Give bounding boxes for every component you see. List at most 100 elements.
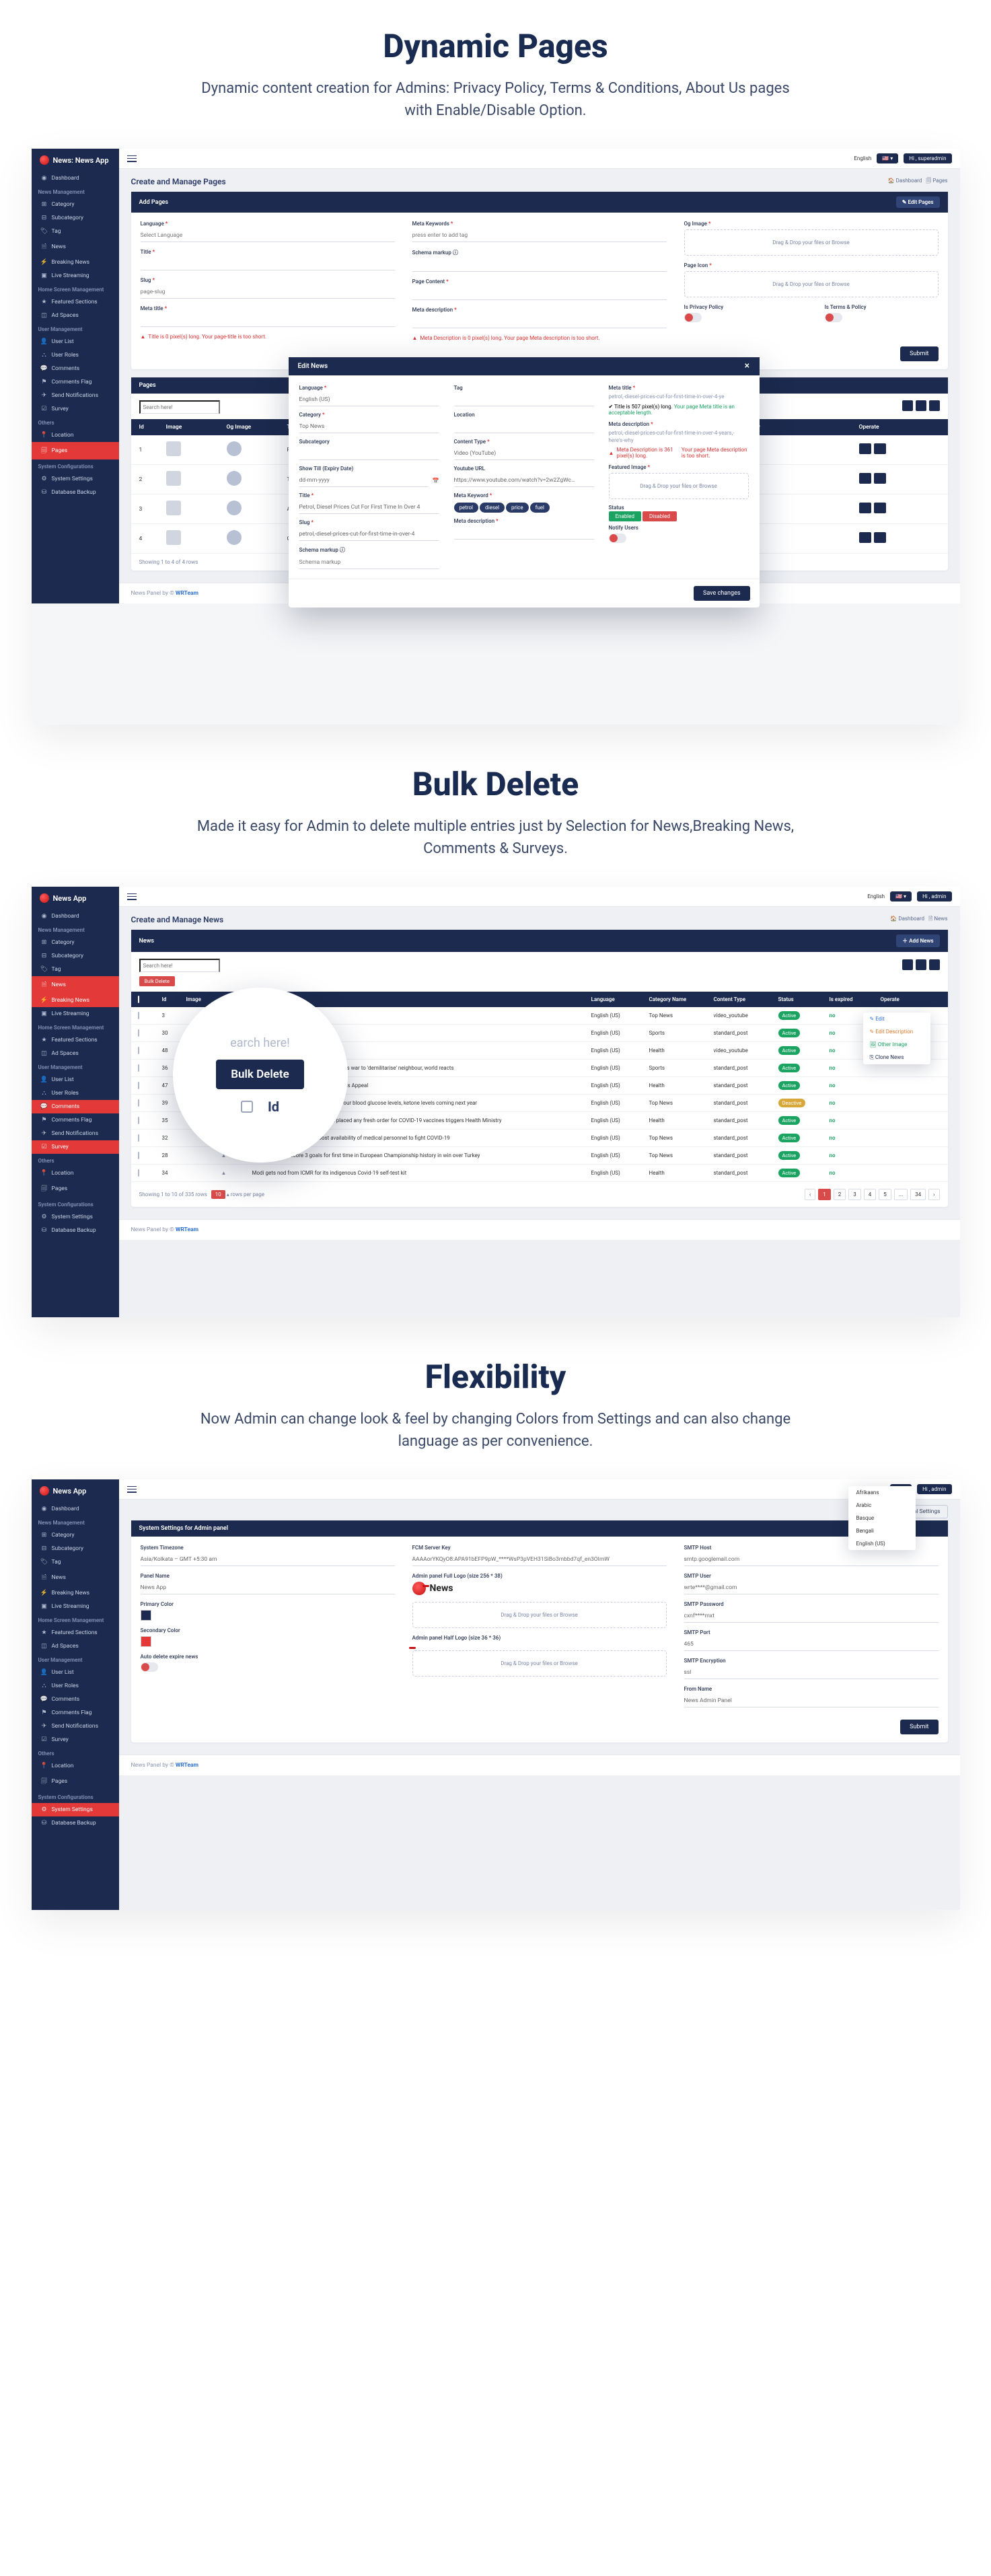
sidebar-tag[interactable]: 🏷Tag: [32, 963, 119, 976]
user-menu[interactable]: Hi , admin: [917, 1484, 951, 1494]
sidebar-user-list[interactable]: 👤User List: [32, 1073, 119, 1087]
submit-button[interactable]: Submit: [900, 1720, 938, 1734]
m-meta-desc[interactable]: [454, 527, 594, 540]
sidebar-tag[interactable]: 🏷Tag: [32, 1555, 119, 1569]
sidebar-dashboard[interactable]: ◉Dashboard: [32, 172, 119, 185]
panel-name-input[interactable]: [141, 1582, 395, 1594]
fcm-key-input[interactable]: [412, 1553, 667, 1566]
sidebar-category[interactable]: ⊞Category: [32, 198, 119, 211]
sidebar-comments-flag[interactable]: ⚑Comments Flag: [32, 375, 119, 389]
m-youtube[interactable]: [454, 474, 594, 487]
delete-icon[interactable]: [874, 532, 886, 543]
sidebar-sys-settings[interactable]: ⚙System Settings: [32, 472, 119, 486]
sidebar-sys-settings[interactable]: ⚙System Settings: [32, 1210, 119, 1224]
sidebar-comments-flag[interactable]: ⚑Comments Flag: [32, 1706, 119, 1720]
sidebar-category[interactable]: ⊞Category: [32, 1529, 119, 1542]
sidebar-ad-spaces[interactable]: ◫Ad Spaces: [32, 309, 119, 322]
sidebar-sys-settings[interactable]: ⚙System Settings: [32, 1803, 119, 1816]
auto-delete-toggle[interactable]: [141, 1662, 158, 1672]
sidebar-featured[interactable]: ★Featured Sections: [32, 1626, 119, 1640]
m-subcategory[interactable]: [299, 447, 439, 460]
sidebar-send-notif[interactable]: ✈Send Notifications: [32, 1720, 119, 1733]
m-schema[interactable]: [299, 556, 439, 569]
bulk-delete-button[interactable]: Bulk Delete: [139, 976, 175, 986]
smtp-pass-input[interactable]: [684, 1610, 939, 1623]
sidebar-news[interactable]: 🗎News: [32, 1569, 119, 1586]
sidebar-live[interactable]: ▣Live Streaming: [32, 1600, 119, 1613]
from-name-input[interactable]: [684, 1695, 939, 1707]
schema-input[interactable]: [412, 259, 667, 272]
sidebar-subcategory[interactable]: ⊟Subcategory: [32, 949, 119, 963]
sidebar-pages[interactable]: 🗐Pages: [32, 1180, 119, 1198]
sidebar-comments[interactable]: 💬Comments: [32, 1693, 119, 1706]
status-disabled[interactable]: Disabled: [643, 511, 677, 521]
primary-color-swatch[interactable]: [141, 1610, 151, 1621]
sidebar-ad-spaces[interactable]: ◫Ad Spaces: [32, 1047, 119, 1060]
sidebar-tag[interactable]: 🏷Tag: [32, 225, 119, 238]
paginator[interactable]: ‹ 1 2 3 4 5 ... 34 ›: [805, 1189, 940, 1200]
save-changes-button[interactable]: Save changes: [694, 586, 750, 601]
sidebar-user-list[interactable]: 👤User List: [32, 335, 119, 348]
m-slug[interactable]: [299, 528, 439, 541]
toolbar-icon[interactable]: [916, 400, 926, 411]
terms-toggle[interactable]: [825, 313, 842, 322]
edit-icon[interactable]: [859, 473, 871, 484]
sidebar-location[interactable]: 📍Location: [32, 1759, 119, 1773]
sidebar-subcategory[interactable]: ⊟Subcategory: [32, 211, 119, 225]
smtp-user-input[interactable]: [684, 1582, 939, 1594]
sidebar-comments[interactable]: 💬Comments: [32, 1100, 119, 1113]
row-checkbox[interactable]: [138, 1134, 139, 1142]
row-checkbox[interactable]: [138, 1152, 139, 1159]
toolbar-icon[interactable]: [929, 400, 940, 411]
delete-icon[interactable]: [874, 443, 886, 454]
privacy-toggle[interactable]: [684, 313, 702, 322]
sidebar-live[interactable]: ▣Live Streaming: [32, 269, 119, 283]
edit-icon[interactable]: [859, 532, 871, 543]
sidebar-news[interactable]: 🗎News: [32, 976, 119, 994]
m-tag[interactable]: [454, 394, 594, 406]
sidebar-featured[interactable]: ★Featured Sections: [32, 295, 119, 309]
sidebar-ad-spaces[interactable]: ◫Ad Spaces: [32, 1640, 119, 1653]
sidebar-breaking[interactable]: ⚡Breaking News: [32, 256, 119, 269]
slug-input[interactable]: [141, 286, 395, 299]
sidebar-featured[interactable]: ★Featured Sections: [32, 1033, 119, 1047]
toolbar-icon[interactable]: [916, 959, 926, 970]
full-logo-dropzone[interactable]: Drag & Drop your files or Browse: [412, 1602, 667, 1628]
sidebar-db-backup[interactable]: ⛁Database Backup: [32, 1816, 119, 1830]
language-dropdown[interactable]: Afrikaans Arabic Basque Bengali English …: [848, 1486, 916, 1550]
sidebar-location[interactable]: 📍Location: [32, 429, 119, 442]
sidebar-location[interactable]: 📍Location: [32, 1167, 119, 1180]
notify-toggle[interactable]: [609, 533, 626, 543]
close-icon[interactable]: ✕: [744, 363, 749, 370]
lang-switch[interactable]: 🇺🇸 ▾: [877, 153, 898, 163]
sidebar-db-backup[interactable]: ⛁Database Backup: [32, 486, 119, 499]
lang-switch[interactable]: 🇺🇸 ▾: [890, 891, 912, 901]
secondary-color-swatch[interactable]: [141, 1636, 151, 1647]
row-checkbox[interactable]: [138, 1099, 139, 1107]
page-content-input[interactable]: [412, 287, 667, 300]
smtp-host-input[interactable]: [684, 1553, 939, 1566]
delete-icon[interactable]: [874, 473, 886, 484]
search-input[interactable]: [139, 400, 220, 414]
edit-icon[interactable]: [859, 443, 871, 454]
title-input[interactable]: [141, 258, 395, 270]
menu-toggle-icon[interactable]: [127, 893, 137, 900]
half-logo-dropzone[interactable]: Drag & Drop your files or Browse: [412, 1650, 667, 1677]
m-content-type[interactable]: [454, 447, 594, 460]
smtp-enc-input[interactable]: [684, 1666, 939, 1679]
meta-keywords-input[interactable]: [412, 229, 667, 242]
smtp-port-input[interactable]: [684, 1638, 939, 1651]
sidebar-comments-flag[interactable]: ⚑Comments Flag: [32, 1113, 119, 1127]
row-checkbox[interactable]: [138, 1082, 139, 1089]
sidebar-category[interactable]: ⊞Category: [32, 936, 119, 949]
page-icon-dropzone[interactable]: Drag & Drop your files or Browse: [684, 271, 939, 297]
m-expiry[interactable]: [299, 474, 429, 487]
add-news-button[interactable]: ＋ Add News: [896, 934, 939, 947]
menu-toggle-icon[interactable]: [127, 155, 137, 162]
edit-pages-button[interactable]: ✎ Edit Pages: [896, 196, 940, 208]
sidebar-db-backup[interactable]: ⛁Database Backup: [32, 1224, 119, 1237]
user-menu[interactable]: Hi , superadmin: [904, 153, 951, 163]
status-enabled[interactable]: Enabled: [609, 511, 642, 521]
meta-desc-input[interactable]: [412, 316, 667, 328]
m-category[interactable]: [299, 420, 439, 433]
